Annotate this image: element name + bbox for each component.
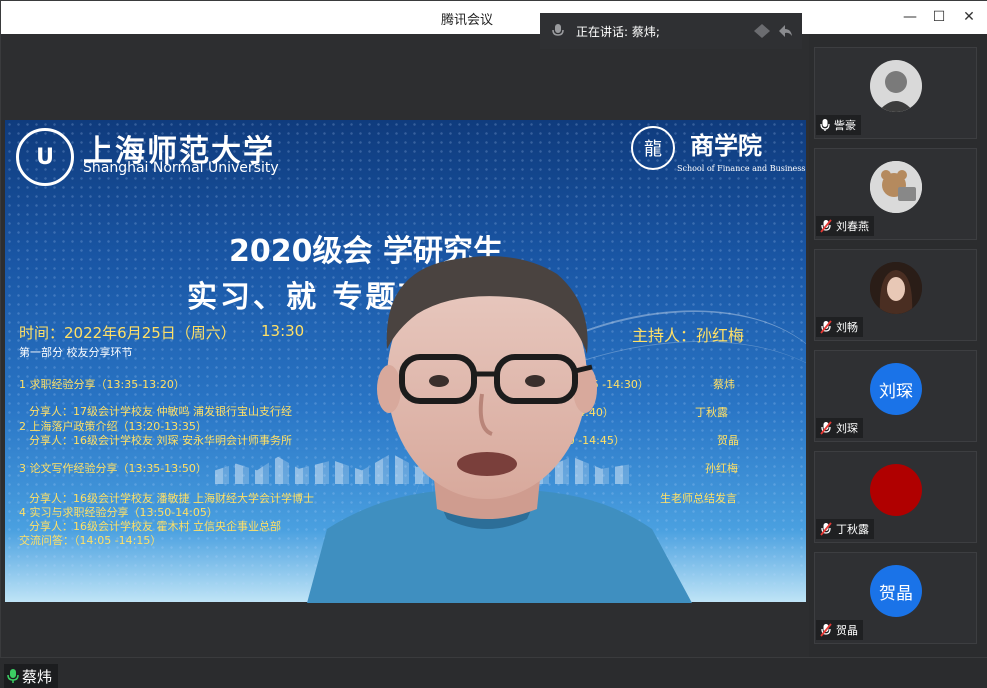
- microphone-icon: [7, 669, 19, 683]
- active-speaker-name: 蔡炜: [22, 667, 53, 686]
- close-icon: ✕: [963, 9, 975, 25]
- participant-name: 刘琛: [836, 422, 858, 435]
- university-logo-icon: U: [16, 128, 74, 186]
- active-speaker-label: 蔡炜: [4, 664, 59, 688]
- participant-tile[interactable]: 訾豪: [814, 47, 977, 139]
- school-name-cn: 商学院: [690, 132, 762, 160]
- avatar: [870, 464, 922, 516]
- participant-tile[interactable]: 贺晶 贺晶: [814, 552, 977, 644]
- avatar: 刘琛: [870, 363, 922, 415]
- agenda-line: 3 论文写作经验分享（13:35-13:50）: [19, 462, 207, 475]
- participant-namebar: 刘春燕: [816, 216, 874, 236]
- avatar: [870, 262, 922, 314]
- participant-tile[interactable]: 刘春燕: [814, 148, 977, 240]
- participant-namebar: 刘琛: [816, 418, 863, 438]
- maximize-button[interactable]: ☐: [926, 5, 952, 29]
- microphone-icon: [820, 119, 830, 131]
- title-bar: 腾讯会议 — ☐ ✕: [1, 1, 987, 34]
- participant-namebar: 刘畅: [816, 317, 863, 337]
- participant-tile[interactable]: 刘琛 刘琛: [814, 350, 977, 442]
- avatar-initials: 刘琛: [879, 381, 913, 402]
- participant-namebar: 贺晶: [816, 620, 863, 640]
- avatar-photo-icon: [870, 161, 922, 213]
- microphone-muted-icon: [820, 421, 832, 435]
- participant-tile[interactable]: 丁秋露: [814, 451, 977, 543]
- participant-name: 刘畅: [836, 321, 858, 334]
- slide-time: 时间：2022年6月25日（周六）: [19, 324, 236, 342]
- participant-name: 贺晶: [836, 624, 858, 637]
- participant-namebar: 丁秋露: [816, 519, 874, 539]
- school-logo-icon: 龍: [631, 126, 675, 170]
- layout-icon[interactable]: [752, 22, 772, 40]
- microphone-muted-icon: [820, 320, 832, 334]
- app-title: 腾讯会议: [441, 13, 494, 28]
- close-button[interactable]: ✕: [956, 5, 982, 29]
- speaking-indicator: 正在讲话: 蔡炜;: [540, 13, 802, 49]
- main-video-area: U 上海师范大学 Shanghai Normal University 龍 商学…: [2, 34, 808, 688]
- avatar: 贺晶: [870, 565, 922, 617]
- participant-tile[interactable]: 刘畅: [814, 249, 977, 341]
- speaker-video: [307, 256, 692, 603]
- maximize-icon: ☐: [932, 9, 946, 25]
- microphone-icon: [552, 24, 564, 36]
- participant-gallery: 訾豪 刘春燕 刘畅 刘琛 刘琛 丁秋露 贺晶 贺晶: [809, 34, 987, 657]
- agenda-line: 第一部分 校友分享环节: [19, 346, 133, 359]
- agenda-right-line: 孙红梅: [705, 462, 738, 475]
- minimize-icon: —: [903, 9, 917, 25]
- agenda-right-line: 蔡炜: [713, 378, 735, 391]
- school-name-en: School of Finance and Business: [677, 164, 806, 173]
- avatar-initials: 贺晶: [879, 583, 913, 604]
- agenda-right-line: 贺晶: [717, 434, 739, 447]
- meeting-window: 腾讯会议 — ☐ ✕ U 上海师范大学 Shanghai Normal Univ…: [0, 0, 987, 688]
- avatar: [870, 60, 922, 112]
- agenda-line: 交流问答：（14:05 -14:15）: [19, 534, 162, 547]
- participant-name: 丁秋露: [836, 523, 869, 536]
- agenda-line: 分享人：16级会计学校友 刘琛 安永华明会计师事务所: [29, 434, 292, 447]
- microphone-muted-icon: [820, 522, 832, 536]
- avatar: [870, 161, 922, 213]
- share-icon[interactable]: [776, 22, 794, 40]
- avatar-photo-icon: [870, 60, 922, 112]
- microphone-muted-icon: [820, 623, 832, 637]
- university-name-en: Shanghai Normal University: [83, 160, 279, 176]
- participant-name: 訾豪: [834, 119, 856, 132]
- avatar-photo-icon: [870, 262, 922, 314]
- microphone-muted-icon: [820, 219, 832, 233]
- speaking-text: 正在讲话: 蔡炜;: [576, 24, 660, 39]
- agenda-line: 1 求职经验分享（13:35-13:20）: [19, 378, 185, 391]
- participant-name: 刘春燕: [836, 220, 869, 233]
- minimize-button[interactable]: —: [897, 5, 923, 29]
- participant-namebar: 訾豪: [816, 115, 861, 135]
- agenda-line: 分享人：17级会计学校友 仲敏鸣 浦发银行宝山支行经: [29, 405, 292, 418]
